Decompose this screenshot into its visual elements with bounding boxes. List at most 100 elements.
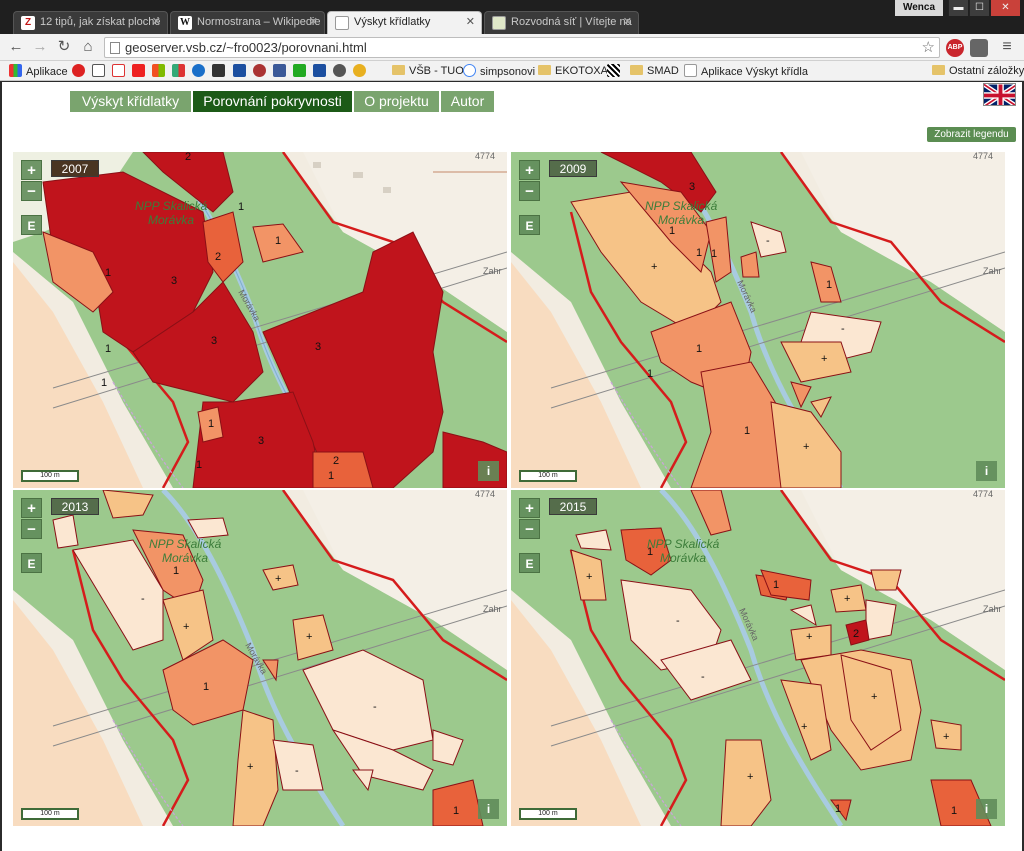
browser-toolbar: ← → ↻ ⌂ geoserver.vsb.cz/~fro0023/porovn… [0,34,1024,61]
close-tab-icon[interactable]: ✕ [309,12,318,33]
nav-vyskyt-kridlatky[interactable]: Výskyt křídlatky [70,91,191,112]
chrome-menu-icon[interactable]: ≡ [997,37,1017,57]
bookmark-favicon-icon[interactable] [292,64,306,77]
bookmark-favicon-icon[interactable] [332,64,346,77]
bookmark-folder-vsb[interactable]: VŠB - TUO [392,64,464,79]
tab-favicon-icon [335,16,349,30]
cover-class-label: - [141,593,145,605]
facebook-icon[interactable] [272,64,286,77]
close-tab-icon[interactable]: ✕ [466,12,475,33]
scale-bar: 100 m [519,470,577,482]
info-button[interactable]: i [478,799,499,819]
bookmark-simpsonovi[interactable]: simpsonovi [463,64,535,79]
nav-o-projektu[interactable]: O projektu [354,91,439,112]
bookmarks-bar: Aplikace VŠB - TUO simpsonovi EKOTOXA SM… [0,61,1024,81]
cloud-icon[interactable] [192,64,206,77]
cover-class-label: 1 [275,235,281,247]
nav-porovnani-pokryvnosti[interactable]: Porovnání pokryvnosti [193,91,352,112]
bookmark-favicon-icon[interactable] [172,64,186,77]
village-label: Zahr [983,266,1002,276]
zoom-in-button[interactable]: + [519,498,540,518]
wikipedia-icon[interactable] [92,64,106,77]
zoom-out-button[interactable]: − [519,519,540,539]
map-canvas[interactable]: 3 1 1 1 1 1 1 1 + + + - - NPP Skalická M… [511,152,1005,488]
forward-arrow-icon[interactable]: → [30,37,50,57]
map-panel-2015[interactable]: 1 1 1 1 2 - - + + + + + + + NPP Skalická… [511,490,1005,826]
edit-button[interactable]: E [21,215,42,235]
browser-tab[interactable]: Rozvodná síť | Vítejte na ✕ [484,11,639,34]
cover-class-label: 1 [105,343,111,355]
cover-class-label: + [651,261,657,273]
close-tab-icon[interactable]: ✕ [623,12,632,33]
browser-tab[interactable]: W Normostrana – Wikipedie ✕ [170,11,325,34]
zoom-in-button[interactable]: + [519,160,540,180]
info-button[interactable]: i [478,461,499,481]
cover-class-label: 1 [835,803,841,815]
cover-class-label: + [844,593,850,605]
show-legend-button[interactable]: Zobrazit legendu [927,127,1016,142]
minimize-window-button[interactable]: ▬ [948,0,968,16]
gmail-icon[interactable] [112,64,126,77]
bookmark-apps[interactable]: Aplikace [9,64,68,79]
bookmark-folder-ekotoxa[interactable]: EKOTOXA [538,64,608,79]
village-label: Zahr [483,604,502,614]
home-icon[interactable]: ⌂ [78,37,98,57]
zoom-out-button[interactable]: − [21,519,42,539]
address-bar[interactable]: geoserver.vsb.cz/~fro0023/porovnani.html… [104,37,940,58]
zoom-out-button[interactable]: − [21,181,42,201]
map-canvas[interactable]: 1 1 1 - - - + + + + NPP Skalická Morávka… [13,490,507,826]
youtube-icon[interactable] [132,64,146,77]
edit-button[interactable]: E [519,215,540,235]
bookmark-folder-smad[interactable]: SMAD [630,64,679,79]
reload-icon[interactable]: ↻ [54,37,74,57]
map-panel-2009[interactable]: 3 1 1 1 1 1 1 1 + + + - - NPP Skalická M… [511,152,1005,488]
cover-class-label: 3 [315,341,321,353]
place-name-label: Morávka [162,551,208,565]
extension-icon[interactable] [970,39,988,57]
browser-tab[interactable]: Z 12 tipů, jak získat ploché ✕ [13,11,168,34]
edit-button[interactable]: E [519,553,540,573]
nav-autor[interactable]: Autor [441,91,494,112]
bookmark-favicon-icon[interactable] [72,64,85,77]
tab-favicon-icon: Z [21,16,35,30]
profile-badge[interactable]: Wenca [895,0,943,16]
place-name-label: Morávka [148,213,194,227]
bookmark-favicon-icon[interactable] [252,64,266,77]
close-tab-icon[interactable]: ✕ [152,12,161,33]
microsoft-icon[interactable] [152,64,166,77]
edit-button[interactable]: E [21,553,42,573]
bookmark-favicon-icon[interactable] [212,64,226,77]
browser-tab-active[interactable]: Výskyt křídlatky ✕ [327,11,482,34]
close-window-button[interactable]: ✕ [990,0,1020,16]
zoom-in-button[interactable]: + [21,498,42,518]
cover-class-label: + [801,721,807,733]
bookmark-favicon-icon[interactable] [232,64,246,77]
bookmark-favicon-icon[interactable] [352,64,366,77]
map-canvas[interactable]: 2 3 3 3 3 2 2 1 1 1 1 1 1 1 1 NPP Skalic… [13,152,507,488]
place-name-label: Morávka [660,551,706,565]
back-arrow-icon[interactable]: ← [6,37,26,57]
elevation-label: 4774 [475,490,495,499]
adblock-plus-icon[interactable]: ABP [946,39,964,57]
zoom-in-button[interactable]: + [21,160,42,180]
folder-icon [392,65,405,75]
cover-class-label: 1 [105,267,111,279]
bookmark-aplikace-vyskyt[interactable]: Aplikace Výskyt křídla [684,64,808,79]
map-canvas[interactable]: 1 1 1 1 2 - - + + + + + + + NPP Skalická… [511,490,1005,826]
bookmark-folder-other[interactable]: Ostatní záložky [932,64,1024,79]
english-flag-icon[interactable] [983,83,1016,106]
scale-bar: 100 m [519,808,577,820]
zoom-out-button[interactable]: − [519,181,540,201]
bookmark-qr[interactable] [607,64,624,79]
bookmark-star-icon[interactable]: ☆ [922,38,935,57]
cover-class-label: 1 [196,459,202,471]
cover-class-label: 1 [647,368,653,380]
maximize-window-button[interactable]: ☐ [969,0,989,16]
map-panel-2013[interactable]: 1 1 1 - - - + + + + NPP Skalická Morávka… [13,490,507,826]
info-button[interactable]: i [976,799,997,819]
map-panel-2007[interactable]: 2 3 3 3 3 2 2 1 1 1 1 1 1 1 1 NPP Skalic… [13,152,507,488]
url-text[interactable]: geoserver.vsb.cz/~fro0023/porovnani.html [125,38,367,57]
info-button[interactable]: i [976,461,997,481]
bookmark-favicon-icon[interactable] [312,64,326,77]
tab-favicon-icon: W [178,16,192,30]
